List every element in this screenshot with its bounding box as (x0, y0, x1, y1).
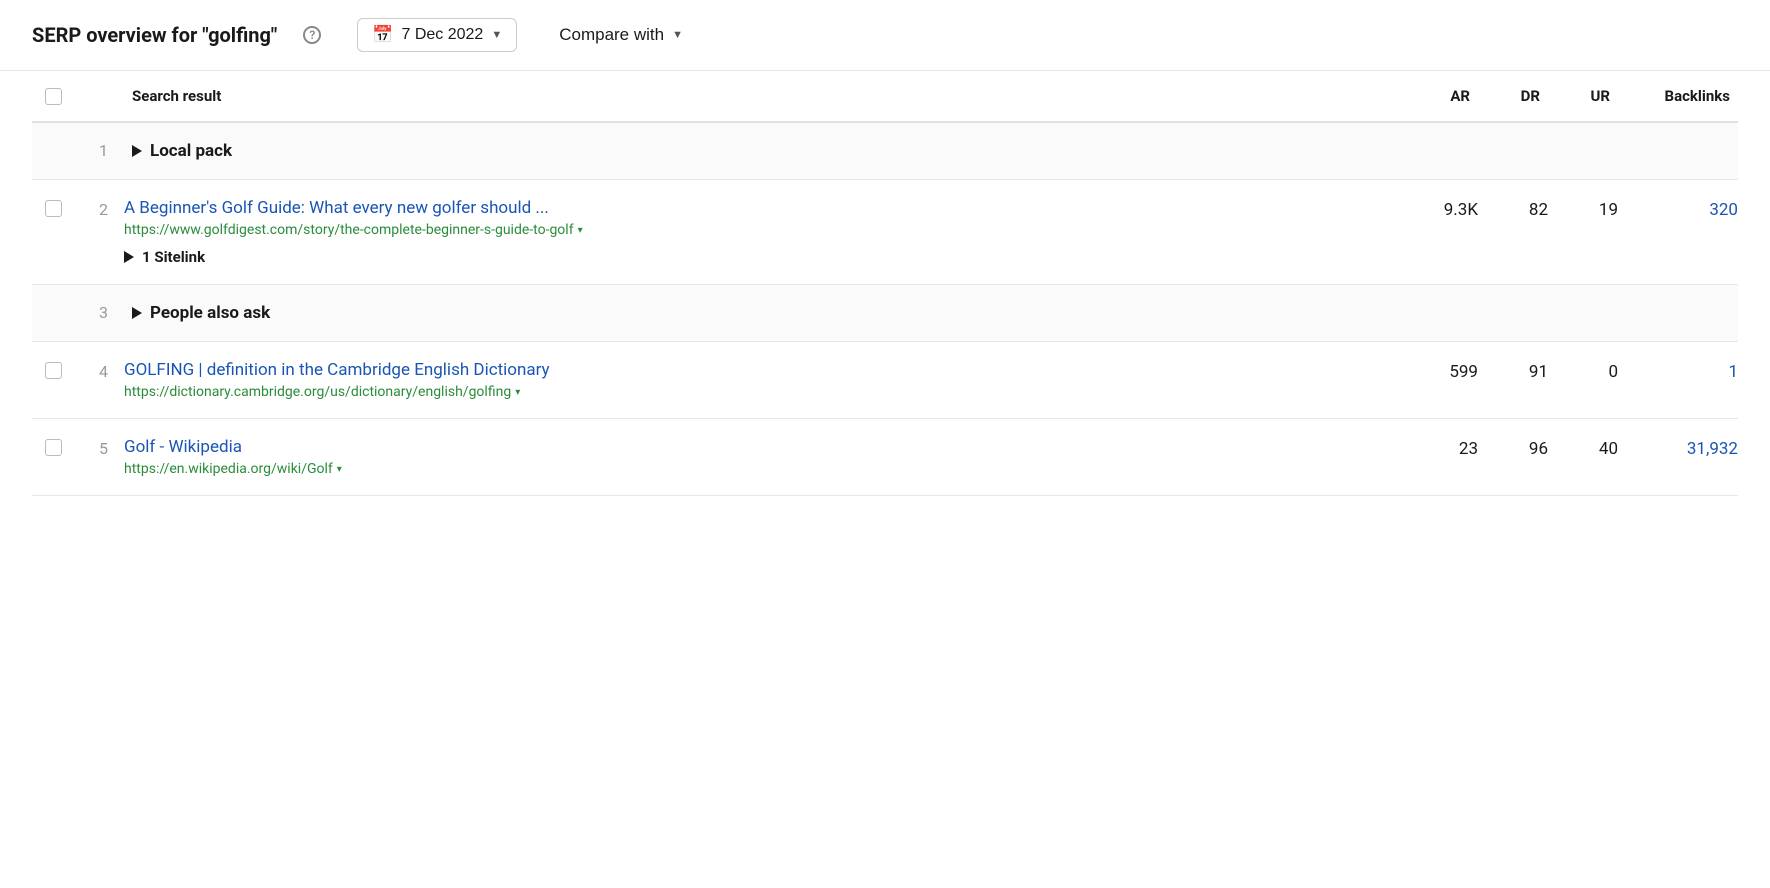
result-title-link[interactable]: Golf - Wikipedia (124, 437, 1388, 457)
metric-ar: 23 (1388, 419, 1478, 496)
sitelink-expand-icon[interactable] (124, 251, 134, 263)
url-dropdown-icon[interactable]: ▾ (515, 387, 520, 398)
page-title: SERP overview for "golfing" (32, 23, 277, 47)
metric-backlinks[interactable]: 1 (1618, 342, 1738, 419)
date-label: 7 Dec 2022 (401, 26, 483, 44)
th-num (74, 71, 124, 122)
metric-backlinks[interactable]: 31,932 (1618, 419, 1738, 496)
url-dropdown-icon[interactable]: ▾ (337, 464, 342, 475)
th-ar: AR (1388, 71, 1478, 122)
row-number: 3 (74, 285, 124, 342)
metric-dr: 91 (1478, 342, 1548, 419)
row-number: 4 (74, 342, 124, 419)
result-url-link[interactable]: https://www.golfdigest.com/story/the-com… (124, 222, 1388, 238)
url-dropdown-icon[interactable]: ▾ (578, 225, 583, 236)
th-search-result: Search result (124, 71, 1388, 122)
row-checkbox[interactable] (45, 362, 62, 379)
th-backlinks: Backlinks (1618, 71, 1738, 122)
table-header-row: Search result AR DR UR Backlinks (32, 71, 1738, 122)
help-icon[interactable]: ? (303, 26, 321, 44)
result-title-link[interactable]: A Beginner's Golf Guide: What every new … (124, 198, 1388, 218)
result-title-link[interactable]: GOLFING | definition in the Cambridge En… (124, 360, 1388, 380)
compare-button[interactable]: Compare with ▼ (545, 19, 697, 51)
row-number: 1 (74, 122, 124, 180)
th-checkbox (32, 71, 74, 122)
expand-icon[interactable] (132, 145, 142, 157)
metric-ur: 0 (1548, 342, 1618, 419)
sitelink-row[interactable]: 1 Sitelink (124, 248, 1388, 266)
serp-header: SERP overview for "golfing" ? 📅 7 Dec 20… (0, 0, 1770, 71)
special-row-label[interactable]: Local pack (132, 141, 1730, 161)
serp-table: Search result AR DR UR Backlinks 1 Local … (32, 71, 1738, 496)
compare-label: Compare with (559, 25, 664, 45)
row-number: 2 (74, 180, 124, 285)
compare-chevron-icon: ▼ (672, 29, 683, 41)
select-all-checkbox[interactable] (45, 88, 62, 105)
table-row: 5Golf - Wikipedia https://en.wikipedia.or… (32, 419, 1738, 496)
date-chevron-icon: ▼ (491, 29, 502, 41)
metric-backlinks[interactable]: 320 (1618, 180, 1738, 285)
table-row: 4GOLFING | definition in the Cambridge E… (32, 342, 1738, 419)
result-url-link[interactable]: https://en.wikipedia.org/wiki/Golf ▾ (124, 461, 1388, 477)
table-row: 3 People also ask (32, 285, 1738, 342)
metric-ur: 19 (1548, 180, 1618, 285)
serp-table-container: Search result AR DR UR Backlinks 1 Local … (0, 71, 1770, 496)
date-picker-button[interactable]: 📅 7 Dec 2022 ▼ (357, 18, 517, 52)
row-checkbox[interactable] (45, 200, 62, 217)
calendar-icon: 📅 (372, 25, 393, 45)
th-dr: DR (1478, 71, 1548, 122)
table-row: 2A Beginner's Golf Guide: What every new… (32, 180, 1738, 285)
table-row: 1 Local pack (32, 122, 1738, 180)
metric-ur: 40 (1548, 419, 1618, 496)
th-ur: UR (1548, 71, 1618, 122)
expand-icon[interactable] (132, 307, 142, 319)
result-url-link[interactable]: https://dictionary.cambridge.org/us/dict… (124, 384, 1388, 400)
metric-dr: 82 (1478, 180, 1548, 285)
metric-ar: 9.3K (1388, 180, 1478, 285)
special-row-label[interactable]: People also ask (132, 303, 1730, 323)
row-number: 5 (74, 419, 124, 496)
metric-ar: 599 (1388, 342, 1478, 419)
row-checkbox[interactable] (45, 439, 62, 456)
metric-dr: 96 (1478, 419, 1548, 496)
